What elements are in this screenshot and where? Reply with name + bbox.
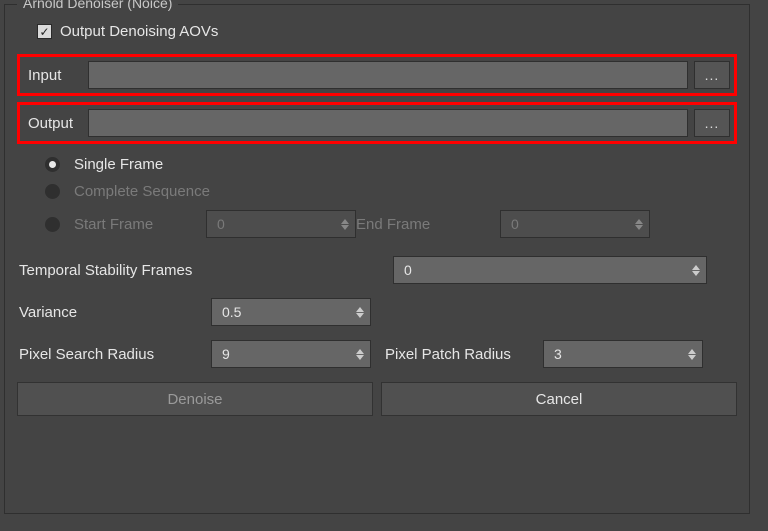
output-browse-button[interactable]: ... [694,109,730,137]
input-browse-button[interactable]: ... [694,61,730,89]
start-frame-stepper: 0 [206,210,356,238]
panel-title: Arnold Denoiser (Noice) [17,0,178,11]
variance-stepper[interactable]: 0.5 [211,298,371,326]
radio-icon [45,217,60,232]
stepper-arrows-icon [688,349,696,360]
variance-row: Variance 0.5 [19,298,737,326]
stepper-arrows-icon [341,219,349,230]
temporal-value: 0 [404,262,412,278]
variance-value: 0.5 [222,304,241,320]
frame-range-radio: Start Frame 0 End Frame 0 [45,210,737,238]
denoise-button[interactable]: Denoise [17,382,373,416]
patch-radius-value: 3 [554,346,562,362]
output-aovs-checkbox-row[interactable]: ✓ Output Denoising AOVs [37,23,737,40]
stepper-arrows-icon [356,349,364,360]
temporal-label: Temporal Stability Frames [19,262,393,279]
button-row: Denoise Cancel [17,382,737,416]
search-radius-stepper[interactable]: 9 [211,340,371,368]
checkmark-icon: ✓ [37,24,52,39]
denoise-button-label: Denoise [167,391,222,408]
temporal-row: Temporal Stability Frames 0 [19,256,737,284]
cancel-button-label: Cancel [536,391,583,408]
ellipsis-icon: ... [705,67,720,83]
search-radius-value: 9 [222,346,230,362]
cancel-button[interactable]: Cancel [381,382,737,416]
input-label: Input [24,67,82,84]
input-file-row: Input ... [17,54,737,96]
start-frame-label: Start Frame [74,216,206,233]
single-frame-radio[interactable]: Single Frame [45,156,737,173]
variance-label: Variance [19,304,211,321]
end-frame-label: End Frame [356,216,500,233]
end-frame-value: 0 [511,216,519,232]
input-field[interactable] [88,61,688,89]
radio-icon [45,184,60,199]
single-frame-label: Single Frame [74,156,163,173]
complete-sequence-label: Complete Sequence [74,183,210,200]
stepper-arrows-icon [356,307,364,318]
patch-radius-stepper[interactable]: 3 [543,340,703,368]
ellipsis-icon: ... [705,115,720,131]
radius-row: Pixel Search Radius 9 Pixel Patch Radius… [19,340,737,368]
patch-radius-label: Pixel Patch Radius [385,346,543,363]
radio-icon [45,157,60,172]
temporal-stepper[interactable]: 0 [393,256,707,284]
output-field[interactable] [88,109,688,137]
output-label: Output [24,115,82,132]
stepper-arrows-icon [635,219,643,230]
end-frame-stepper: 0 [500,210,650,238]
mode-radio-group: Single Frame Complete Sequence Start Fra… [45,156,737,238]
stepper-arrows-icon [692,265,700,276]
complete-sequence-radio[interactable]: Complete Sequence [45,183,737,200]
output-aovs-label: Output Denoising AOVs [60,23,218,40]
search-radius-label: Pixel Search Radius [19,346,211,363]
arnold-denoiser-panel: Arnold Denoiser (Noice) ✓ Output Denoisi… [4,4,750,514]
output-file-row: Output ... [17,102,737,144]
start-frame-value: 0 [217,216,225,232]
